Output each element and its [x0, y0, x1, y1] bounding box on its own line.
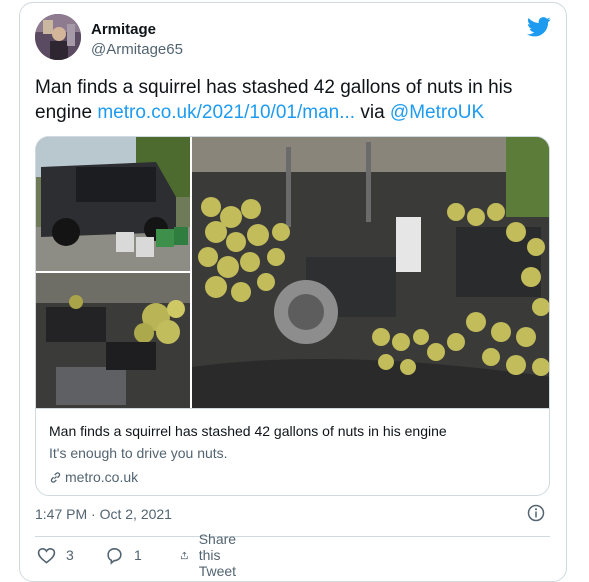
link-icon	[50, 472, 61, 483]
divider	[35, 536, 550, 537]
reply-count: 1	[134, 547, 142, 563]
share-button[interactable]: Share this Tweet	[180, 531, 246, 579]
link-card-domain-text: metro.co.uk	[65, 469, 139, 485]
reply-button[interactable]: 1	[105, 544, 142, 566]
link-preview-card[interactable]: Man finds a squirrel has stashed 42 gall…	[35, 136, 550, 496]
tweet-timestamp[interactable]: 1:47 PM · Oct 2, 2021	[35, 506, 172, 522]
mention-link[interactable]: @MetroUK	[390, 102, 484, 123]
like-count: 3	[66, 547, 74, 563]
twitter-bird-icon[interactable]	[527, 17, 551, 37]
info-icon[interactable]	[527, 504, 545, 522]
heart-icon	[37, 547, 56, 564]
link-card-description: It's enough to drive you nuts.	[49, 445, 228, 461]
like-button[interactable]: 3	[37, 544, 74, 566]
avatar[interactable]	[35, 14, 81, 60]
tweet-text: Man finds a squirrel has stashed 42 gall…	[35, 75, 550, 125]
author-name[interactable]: Armitage	[91, 21, 156, 38]
tweet-link[interactable]: metro.co.uk/2021/10/01/man...	[97, 102, 355, 123]
reply-icon	[107, 547, 122, 565]
link-card-text[interactable]: Man finds a squirrel has stashed 42 gall…	[36, 408, 549, 495]
tweet-card[interactable]: Armitage @Armitage65 Man finds a squirre…	[19, 2, 567, 582]
tweet-text-via: via	[355, 102, 390, 123]
link-card-title: Man finds a squirrel has stashed 42 gall…	[49, 423, 447, 439]
author-handle[interactable]: @Armitage65	[91, 41, 183, 58]
share-icon	[181, 551, 188, 559]
link-card-domain: metro.co.uk	[49, 469, 138, 485]
share-label: Share this Tweet	[198, 531, 237, 579]
article-image[interactable]	[36, 137, 550, 408]
